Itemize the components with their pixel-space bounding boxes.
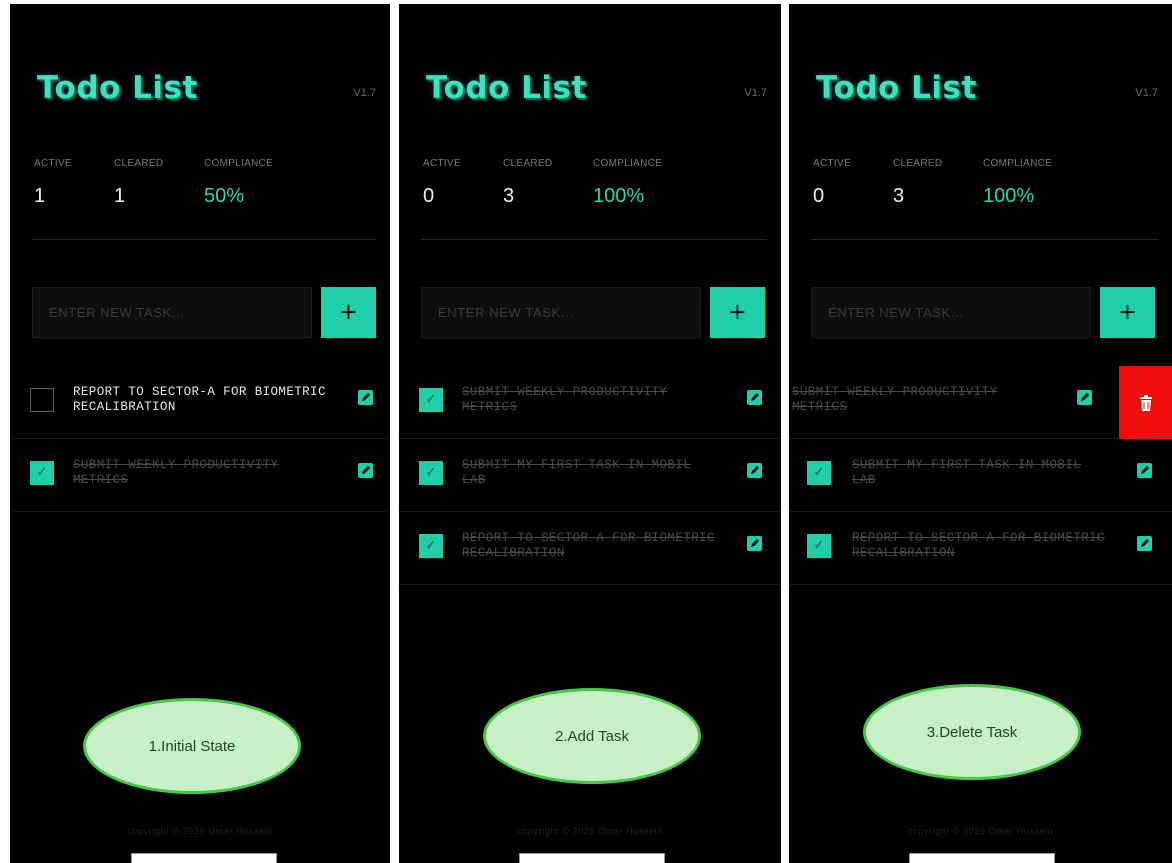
app-title: Todo List xyxy=(426,70,587,106)
caption-ellipse: 1.Initial State xyxy=(83,698,301,794)
bottom-tab xyxy=(519,853,665,863)
new-task-input[interactable] xyxy=(811,287,1091,338)
divider xyxy=(811,239,1158,240)
compliance-value: 100% xyxy=(983,185,1035,207)
check-icon: ✓ xyxy=(425,465,437,480)
add-task-button[interactable]: + xyxy=(321,287,376,338)
cleared-count: 3 xyxy=(893,185,905,207)
task-checkbox-checked[interactable]: ✓ xyxy=(807,534,831,558)
compliance-label: COMPLIANCE xyxy=(983,158,1053,169)
compliance-value: 50% xyxy=(204,185,245,207)
edit-icon[interactable] xyxy=(1137,463,1152,478)
cleared-label: CLEARED xyxy=(893,158,943,169)
cleared-count: 3 xyxy=(503,185,515,207)
app-title: Todo List xyxy=(37,70,198,106)
task-checkbox-checked[interactable]: ✓ xyxy=(419,388,443,412)
task-row-swiped[interactable]: SUBMIT WEEKLY PRODUCTIVITY METRICS xyxy=(789,366,1172,439)
compliance-label: COMPLIANCE xyxy=(204,158,274,169)
task-text: SUBMIT WEEKLY PRODUCTIVITY METRICS xyxy=(73,458,279,487)
copyright-text: copyright © 2026 Omar Hussein xyxy=(907,826,1054,836)
edit-icon[interactable] xyxy=(1077,390,1092,405)
edit-icon[interactable] xyxy=(358,390,373,405)
active-count: 0 xyxy=(813,185,825,207)
divider xyxy=(421,239,767,240)
edit-icon[interactable] xyxy=(358,463,373,478)
new-task-input[interactable] xyxy=(421,287,701,338)
task-row[interactable]: ✓ REPORT TO SECTOR-A FOR BIOMETRIC RECAL… xyxy=(399,512,781,585)
screen-add-task: Todo List V1.7 ACTIVE CLEARED COMPLIANCE… xyxy=(399,4,781,863)
task-text: SUBMIT WEEKLY PRODUCTIVITY METRICS xyxy=(792,385,998,414)
edit-icon[interactable] xyxy=(747,463,762,478)
version-label: V1.7 xyxy=(744,87,767,99)
task-row[interactable]: ✓ SUBMIT WEEKLY PRODUCTIVITY METRICS xyxy=(10,439,390,512)
task-text: SUBMIT MY FIRST TASK IN MOBIL LAB xyxy=(852,458,1082,487)
task-checkbox[interactable] xyxy=(30,388,54,412)
edit-icon[interactable] xyxy=(747,390,762,405)
edit-icon[interactable] xyxy=(1137,536,1152,551)
copyright-text: copyright © 2026 Omar Hussein xyxy=(127,826,273,836)
edit-icon[interactable] xyxy=(747,536,762,551)
cleared-label: CLEARED xyxy=(503,158,553,169)
caption-ellipse: 2.Add Task xyxy=(483,688,701,784)
bottom-tab xyxy=(909,853,1055,863)
task-row[interactable]: ✓ SUBMIT MY FIRST TASK IN MOBIL LAB xyxy=(789,439,1172,512)
trash-icon xyxy=(1139,394,1152,411)
check-icon: ✓ xyxy=(425,538,437,553)
cleared-label: CLEARED xyxy=(114,158,164,169)
task-row[interactable]: REPORT TO SECTOR-A FOR BIOMETRIC RECALIB… xyxy=(10,366,390,439)
task-row[interactable]: ✓ SUBMIT WEEKLY PRODUCTIVITY METRICS xyxy=(399,366,781,439)
task-row[interactable]: ✓ REPORT TO SECTOR-A FOR BIOMETRIC RECAL… xyxy=(789,512,1172,585)
active-label: ACTIVE xyxy=(34,158,72,169)
add-task-button[interactable]: + xyxy=(710,287,765,338)
task-checkbox-checked[interactable]: ✓ xyxy=(419,534,443,558)
active-label: ACTIVE xyxy=(423,158,461,169)
delete-button[interactable] xyxy=(1119,366,1172,439)
check-icon: ✓ xyxy=(813,538,825,553)
check-icon: ✓ xyxy=(36,465,48,480)
new-task-input[interactable] xyxy=(32,287,312,338)
task-text: SUBMIT MY FIRST TASK IN MOBIL LAB xyxy=(462,458,692,487)
cleared-count: 1 xyxy=(114,185,126,207)
active-label: ACTIVE xyxy=(813,158,851,169)
compliance-value: 100% xyxy=(593,185,645,207)
active-count: 1 xyxy=(34,185,46,207)
app-title: Todo List xyxy=(816,70,977,106)
task-row[interactable]: ✓ SUBMIT MY FIRST TASK IN MOBIL LAB xyxy=(399,439,781,512)
task-text: REPORT TO SECTOR-A FOR BIOMETRIC RECALIB… xyxy=(852,531,1105,560)
check-icon: ✓ xyxy=(813,465,825,480)
task-text: SUBMIT WEEKLY PRODUCTIVITY METRICS xyxy=(462,385,668,414)
screen-delete-task: Todo List V1.7 ACTIVE CLEARED COMPLIANCE… xyxy=(789,4,1172,863)
add-task-button[interactable]: + xyxy=(1100,287,1155,338)
task-text: REPORT TO SECTOR-A FOR BIOMETRIC RECALIB… xyxy=(73,385,326,414)
check-icon: ✓ xyxy=(425,392,437,407)
compliance-label: COMPLIANCE xyxy=(593,158,663,169)
divider xyxy=(32,239,376,240)
copyright-text: copyright © 2026 Omar Hussein xyxy=(517,826,663,836)
version-label: V1.7 xyxy=(1135,87,1158,99)
task-text: REPORT TO SECTOR-A FOR BIOMETRIC RECALIB… xyxy=(462,531,715,560)
task-checkbox-checked[interactable]: ✓ xyxy=(419,461,443,485)
bottom-tab xyxy=(131,853,277,863)
task-checkbox-checked[interactable]: ✓ xyxy=(807,461,831,485)
screen-initial-state: Todo List V1.7 ACTIVE CLEARED COMPLIANCE… xyxy=(10,4,390,863)
active-count: 0 xyxy=(423,185,435,207)
caption-ellipse: 3.Delete Task xyxy=(863,684,1081,780)
task-checkbox-checked[interactable]: ✓ xyxy=(30,461,54,485)
version-label: V1.7 xyxy=(353,87,376,99)
